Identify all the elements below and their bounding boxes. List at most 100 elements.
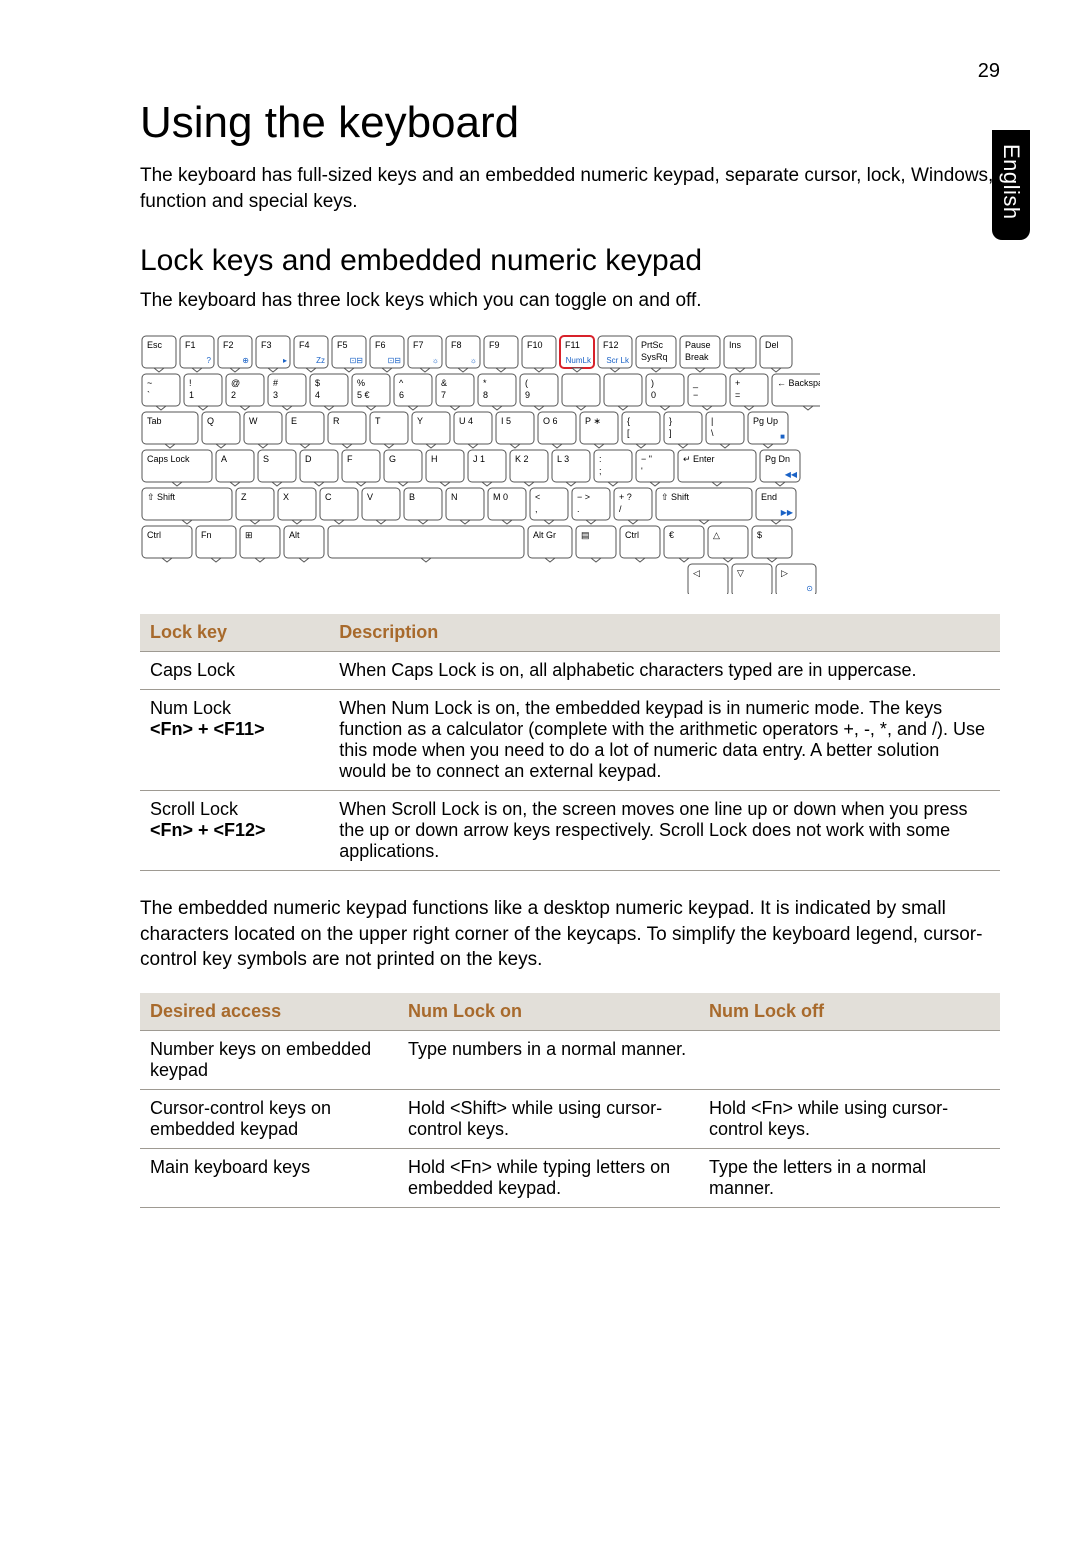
svg-text:!: !	[189, 378, 192, 388]
keycap: {[	[622, 412, 660, 448]
keycap: PrtScSysRq	[636, 336, 676, 372]
svg-text:=: =	[735, 390, 740, 400]
svg-text:⊙: ⊙	[806, 584, 813, 593]
keycap	[328, 526, 524, 562]
access-cell: Type numbers in a normal manner.	[398, 1030, 699, 1089]
svg-text:<: <	[535, 492, 540, 502]
lock-key-name: Num Lock	[150, 698, 231, 718]
svg-text:⊕: ⊕	[242, 356, 249, 365]
svg-text:(: (	[525, 378, 528, 388]
svg-text:K 2: K 2	[515, 454, 529, 464]
table-row: Main keyboard keysHold <Fn> while typing…	[140, 1148, 1000, 1207]
svg-text:S: S	[263, 454, 269, 464]
keycap: )0	[646, 374, 684, 410]
access-cell: Hold <Fn> while typing letters on embedd…	[398, 1148, 699, 1207]
keycap: &7	[436, 374, 474, 410]
keycap: J 1	[468, 450, 506, 486]
svg-text:F3: F3	[261, 340, 272, 350]
section-heading-lock-keys: Lock keys and embedded numeric keypad	[140, 244, 1000, 278]
keycap: ◁	[688, 564, 728, 594]
keycap: *8	[478, 374, 516, 410]
svg-text:F6: F6	[375, 340, 386, 350]
svg-text:T: T	[375, 416, 381, 426]
svg-text:N: N	[451, 492, 458, 502]
lock-key-cell: Caps Lock	[140, 651, 329, 689]
svg-text:`: `	[147, 390, 150, 400]
lock-key-shortcut: <Fn> + <F11>	[150, 719, 319, 740]
keycap: V	[362, 488, 400, 524]
keycap: F10	[522, 336, 556, 372]
table2-header-numlock-off: Num Lock off	[699, 993, 1000, 1031]
svg-text:NumLk: NumLk	[566, 356, 592, 365]
svg-text:1: 1	[189, 390, 194, 400]
keycap: N	[446, 488, 484, 524]
svg-text:A: A	[221, 454, 227, 464]
keycap: |\	[706, 412, 744, 448]
svg-text:F2: F2	[223, 340, 234, 350]
keycap: K 2	[510, 450, 548, 486]
svg-text:G: G	[389, 454, 396, 464]
access-cell: Type the letters in a normal manner.	[699, 1148, 1000, 1207]
keycap: X	[278, 488, 316, 524]
svg-text:PrtSc: PrtSc	[641, 340, 664, 350]
lock-key-desc: When Num Lock is on, the embedded keypad…	[329, 689, 1000, 790]
svg-text:5 €: 5 €	[357, 390, 370, 400]
keycap: Esc	[142, 336, 176, 372]
svg-text:− >: − >	[577, 492, 590, 502]
svg-text:+ ?: + ?	[619, 492, 632, 502]
svg-text:U 4: U 4	[459, 416, 473, 426]
svg-text:.: .	[577, 504, 580, 514]
svg-text:■: ■	[780, 432, 785, 441]
table2-header-access: Desired access	[140, 993, 398, 1031]
svg-text:F4: F4	[299, 340, 310, 350]
keycap	[604, 374, 642, 410]
keycap: + ?/	[614, 488, 652, 524]
svg-text:': '	[641, 466, 643, 476]
svg-text:◀◀: ◀◀	[785, 470, 798, 479]
keycap: ^6	[394, 374, 432, 410]
lock-intro-paragraph: The keyboard has three lock keys which y…	[140, 288, 1000, 314]
keycap: ⇧ Shift	[142, 488, 232, 524]
keycap: Ins	[724, 336, 756, 372]
svg-text:End: End	[761, 492, 777, 502]
keycap: ↵ Enter	[678, 450, 756, 486]
svg-text:← Backspace: ← Backspace	[777, 378, 820, 388]
keycap: Pg Up■	[748, 412, 788, 448]
desired-access-table: Desired access Num Lock on Num Lock off …	[140, 993, 1000, 1208]
svg-text:Alt: Alt	[289, 530, 300, 540]
keycap: $4	[310, 374, 348, 410]
keycap: F	[342, 450, 380, 486]
keycap: Ctrl	[620, 526, 660, 562]
keycap: F5⊡⊟	[332, 336, 366, 372]
svg-text:Pg Up: Pg Up	[753, 416, 778, 426]
svg-text:B: B	[409, 492, 415, 502]
keycap: E	[286, 412, 324, 448]
svg-text:9: 9	[525, 390, 530, 400]
keycap: Alt	[284, 526, 324, 562]
keycap: F7☼	[408, 336, 442, 372]
svg-text:%: %	[357, 378, 365, 388]
keycap: − "'	[636, 450, 674, 486]
svg-text:@: @	[231, 378, 240, 388]
svg-text:X: X	[283, 492, 289, 502]
svg-text:J 1: J 1	[473, 454, 485, 464]
svg-text:F: F	[347, 454, 353, 464]
keycap: ⊞	[240, 526, 280, 562]
svg-text:◁: ◁	[693, 568, 700, 578]
keycap: F2 ⊕	[218, 336, 252, 372]
keycap: Q	[202, 412, 240, 448]
keycap: @2	[226, 374, 264, 410]
keycap: :;	[594, 450, 632, 486]
keycap: Del	[760, 336, 792, 372]
table1-header-key: Lock key	[140, 614, 329, 652]
keycap: B	[404, 488, 442, 524]
svg-text:Scr Lk: Scr Lk	[606, 356, 630, 365]
keycap: End▶▶	[756, 488, 796, 524]
svg-text:C: C	[325, 492, 332, 502]
svg-text:+: +	[735, 378, 740, 388]
svg-text:F10: F10	[527, 340, 543, 350]
svg-text:⊞: ⊞	[245, 530, 253, 540]
keycap: − >.	[572, 488, 610, 524]
svg-text:}: }	[669, 416, 672, 426]
svg-text:8: 8	[483, 390, 488, 400]
